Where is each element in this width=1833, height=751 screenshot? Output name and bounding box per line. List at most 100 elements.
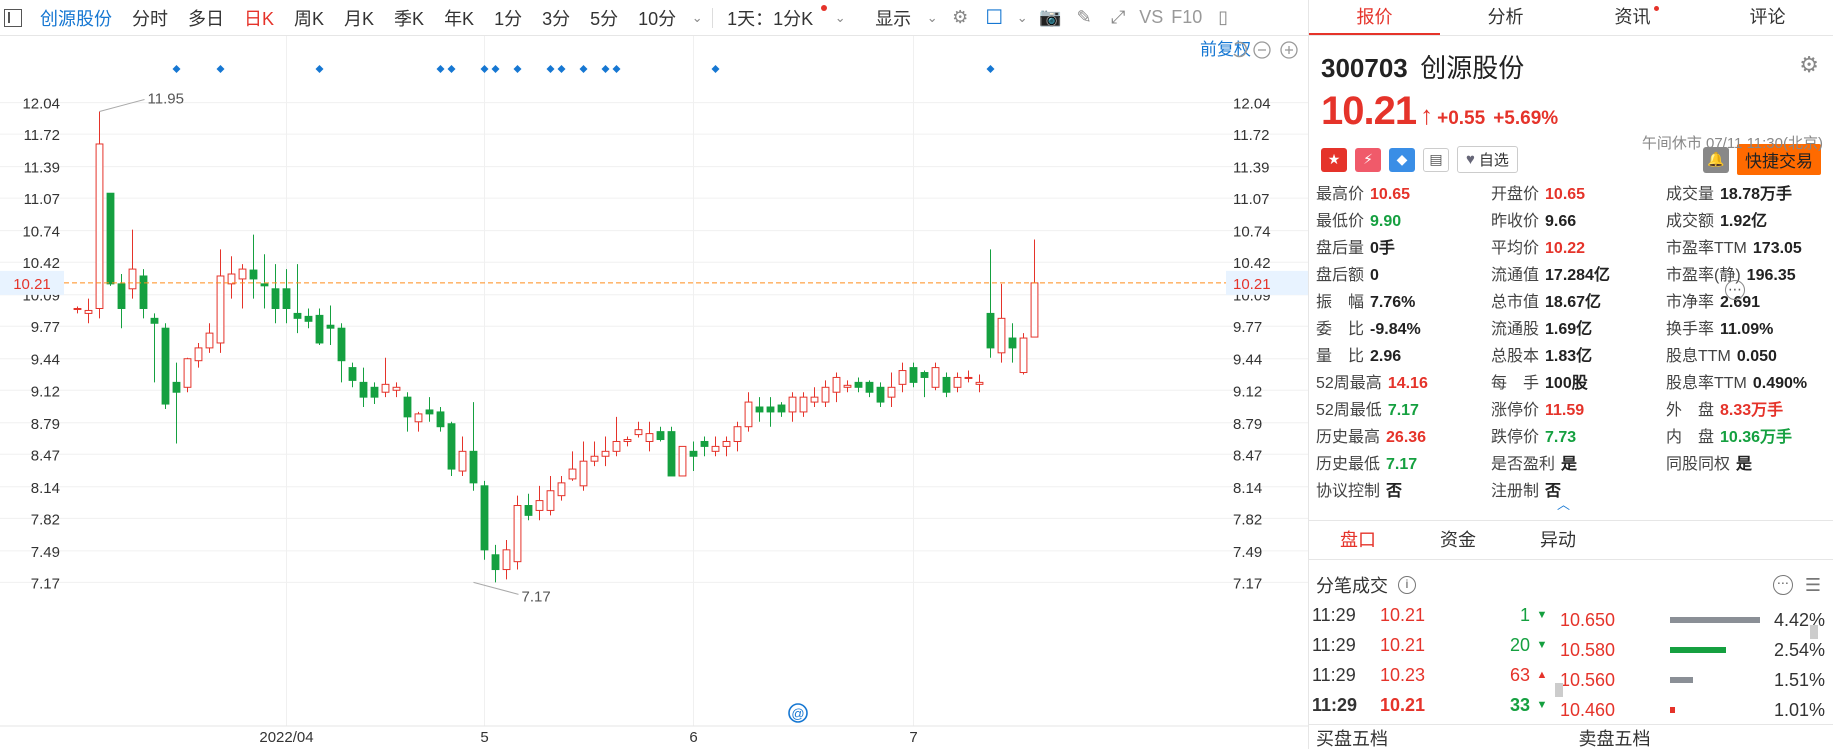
chevron-down-icon[interactable]: ⌄	[686, 7, 708, 29]
period-month-k[interactable]: 月K	[334, 5, 384, 31]
settings-gear-icon[interactable]: ⚙	[949, 7, 971, 29]
at-mention-icon[interactable]: @	[789, 704, 807, 722]
candle-body	[624, 440, 631, 442]
list-view-icon[interactable]: ☰	[1805, 575, 1821, 596]
candle-body	[635, 430, 642, 435]
stat-label: 昨收价	[1491, 213, 1539, 230]
stat-cell: 最低价9.90	[1308, 207, 1483, 231]
triangle-down-icon: ▼	[1530, 699, 1554, 711]
candle-body	[877, 387, 884, 402]
stat-value: 0.050	[1737, 348, 1777, 365]
high-annotation: 11.95	[148, 90, 184, 107]
sidebar-toggle-icon[interactable]	[4, 9, 22, 27]
period-fenshi[interactable]: 分时	[122, 5, 178, 31]
zoom-in-icon[interactable]	[1281, 42, 1297, 58]
chart-grid	[0, 36, 1308, 726]
bottom-labels: 买盘五档 卖盘五档	[1308, 724, 1833, 749]
stat-value: 26.36	[1386, 429, 1426, 446]
tab-funds[interactable]: 资金	[1408, 521, 1508, 559]
trade-row: 11:2910.2120▼	[1308, 630, 1558, 660]
stat-value: 1.83亿	[1545, 348, 1592, 365]
chevron-down-icon[interactable]: ⌄	[829, 7, 851, 29]
candle-body	[789, 397, 796, 412]
add-watchlist-button[interactable]: ♥自选	[1457, 146, 1518, 173]
depth-bar-fill	[1670, 707, 1675, 713]
news-dot	[1654, 6, 1659, 11]
candle-body	[316, 315, 323, 343]
stock-name-button[interactable]: 创源股份	[30, 5, 122, 31]
y-tick-label: 12.04	[22, 96, 60, 113]
candle-body	[184, 359, 191, 388]
china-flag-icon[interactable]: ★	[1321, 148, 1347, 172]
kline-chart[interactable]: 12.0411.7211.3911.0710.7410.4210.099.779…	[0, 36, 1308, 749]
depth-row: 10.5802.54%	[1560, 635, 1825, 665]
candle-body	[800, 397, 807, 412]
stat-label: 成交额	[1666, 213, 1714, 230]
last-price: 10.21	[1321, 89, 1416, 134]
stat-label: 跌停价	[1491, 429, 1539, 446]
settings-gear-icon[interactable]: ⚙	[1799, 52, 1819, 78]
period-3min[interactable]: 3分	[532, 5, 580, 31]
info-icon[interactable]: i	[1398, 576, 1416, 594]
current-price-line: 10.2110.21	[0, 271, 1308, 295]
chevron-down-icon[interactable]: ⌄	[921, 7, 943, 29]
vs-button[interactable]: VS	[1135, 7, 1167, 28]
period-10min[interactable]: 10分	[628, 5, 686, 31]
candle-body	[976, 382, 983, 384]
tab-unusual[interactable]: 异动	[1508, 521, 1608, 559]
period-duori[interactable]: 多日	[178, 5, 234, 31]
chevron-down-icon[interactable]: ⌄	[1011, 7, 1033, 29]
candle-body	[503, 550, 510, 570]
stat-row: 协议控制否注册制否	[1308, 475, 1833, 502]
period-year-k[interactable]: 年K	[434, 5, 484, 31]
pencil-icon[interactable]: ✎	[1073, 7, 1095, 29]
collapse-chevron-icon[interactable]: ︿	[1557, 494, 1570, 513]
stat-cell: 市盈率(静)196.35	[1658, 261, 1833, 285]
zoom-out-icon[interactable]	[1254, 42, 1270, 58]
tab-analysis[interactable]: 分析	[1440, 0, 1571, 35]
period-quarter-k[interactable]: 季K	[384, 5, 434, 31]
tab-quote[interactable]: 报价	[1309, 0, 1440, 35]
event-marker-icon	[602, 65, 610, 73]
event-marker-icon	[173, 65, 181, 73]
fullscreen-icon[interactable]: ⤢	[1107, 7, 1129, 29]
more-icon[interactable]: ⋯	[1725, 280, 1745, 300]
period-5min[interactable]: 5分	[580, 5, 628, 31]
period-select[interactable]: 1天：1分K	[717, 5, 823, 31]
stat-label: 流通股	[1491, 321, 1539, 338]
market-status: 午间休市 07/11 11:30(北京)	[1642, 132, 1823, 153]
buy-depth-label[interactable]: 买盘五档	[1308, 725, 1571, 749]
candle-body	[195, 348, 202, 361]
stat-cell: 市净率2.691	[1658, 288, 1833, 312]
trade-time: 11:29	[1308, 695, 1380, 716]
scroll-thumb[interactable]	[1555, 683, 1563, 697]
stat-cell: 历史最低7.17	[1308, 450, 1483, 474]
stat-cell: 52周最低7.17	[1308, 396, 1483, 420]
stat-value: 是	[1561, 456, 1577, 473]
candle-body	[404, 397, 411, 417]
tab-news[interactable]: 资讯	[1571, 0, 1702, 35]
camera-icon[interactable]: 📷	[1039, 7, 1061, 29]
scroll-thumb-right[interactable]	[1810, 625, 1818, 639]
square-select-icon[interactable]: ☐	[983, 7, 1005, 29]
sell-depth-label[interactable]: 卖盘五档	[1571, 725, 1833, 749]
display-menu[interactable]: 显示	[865, 5, 921, 31]
trades-title: 分笔成交	[1316, 572, 1388, 598]
candle-body	[305, 316, 312, 321]
f10-button[interactable]: F10	[1167, 7, 1206, 28]
candle-body	[811, 397, 818, 402]
hot-icon[interactable]: ⚡	[1355, 148, 1381, 172]
more-options-icon[interactable]: ⋯	[1773, 575, 1793, 595]
stat-label: 最低价	[1316, 213, 1364, 230]
period-day-k[interactable]: 日K	[234, 5, 284, 31]
tab-comments[interactable]: 评论	[1702, 0, 1833, 35]
depth-row: 10.5601.51%	[1560, 665, 1825, 695]
tag-icon[interactable]: ◆	[1389, 148, 1415, 172]
period-1min[interactable]: 1分	[484, 5, 532, 31]
period-week-k[interactable]: 周K	[284, 5, 334, 31]
event-markers[interactable]	[173, 65, 995, 73]
tab-pankou[interactable]: 盘口	[1308, 521, 1408, 559]
panel-collapse-icon[interactable]: ▯	[1212, 7, 1234, 29]
note-icon[interactable]: ▤	[1423, 148, 1449, 172]
stat-cell: 昨收价9.66	[1483, 207, 1658, 231]
